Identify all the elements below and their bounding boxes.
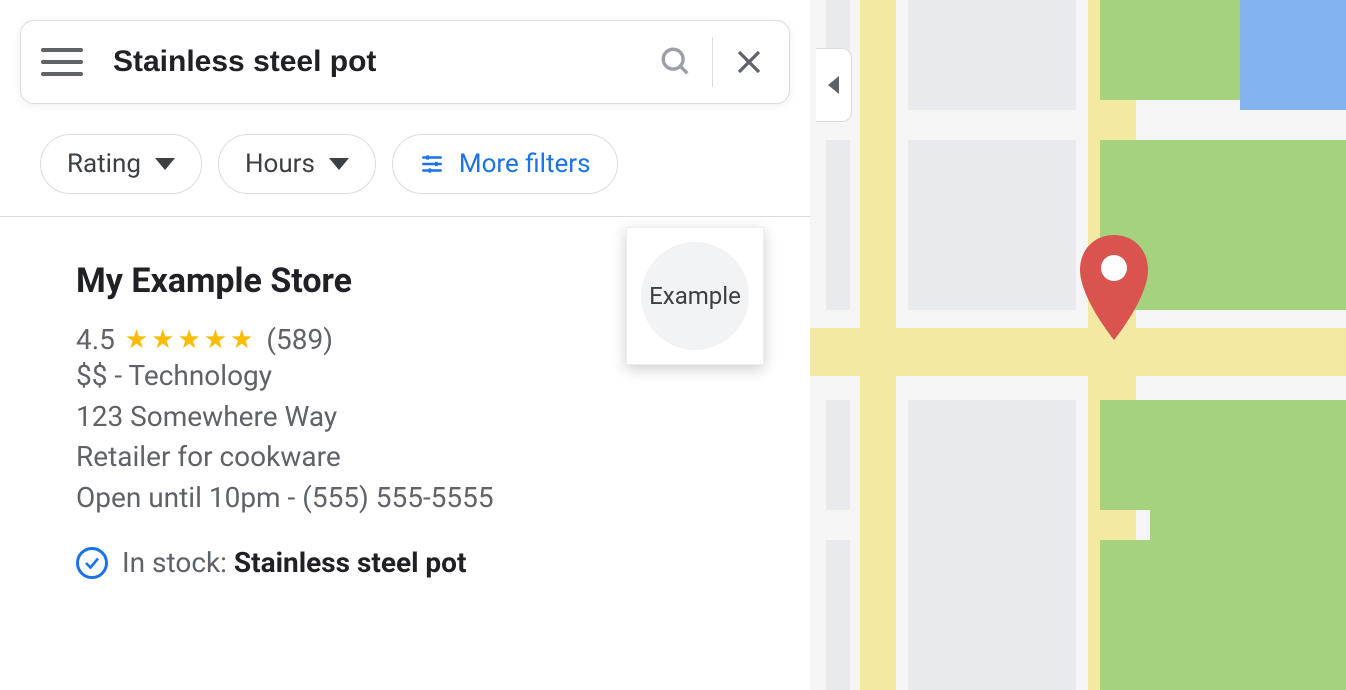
more-filters-button[interactable]: More filters [392,134,618,194]
thumbnail-placeholder: Example [641,242,749,350]
instock-label: In stock: [122,546,234,579]
sliders-icon [419,151,445,177]
map-canvas[interactable] [810,0,1346,690]
result-description: Retailer for cookware [76,437,770,478]
close-icon[interactable] [719,32,779,92]
search-divider [712,37,713,87]
chevron-down-icon [155,158,175,170]
chevron-down-icon [329,158,349,170]
rating-value: 4.5 [76,323,115,356]
instock-product: Stainless steel pot [234,546,467,579]
result-thumbnail[interactable]: Example [626,227,764,365]
result-card[interactable]: My Example Store 4.5 ★★★★★ (589) $$ - Te… [0,217,810,579]
check-circle-icon [76,547,108,579]
hours-filter[interactable]: Hours [218,134,376,194]
map-pin-icon[interactable] [1074,230,1154,340]
more-filters-label: More filters [459,149,591,179]
search-icon[interactable] [646,32,706,92]
hamburger-menu-icon[interactable] [41,41,83,83]
rating-filter-label: Rating [67,149,141,179]
search-input[interactable] [113,45,646,79]
filter-bar: Rating Hours More filters [0,104,810,214]
result-hours-phone: Open until 10pm - (555) 555-5555 [76,478,770,519]
result-address: 123 Somewhere Way [76,397,770,438]
results-panel: Rating Hours More filters My Example Sto… [0,0,810,690]
search-bar [20,20,790,104]
thumbnail-label: Example [649,282,741,310]
hours-filter-label: Hours [245,149,315,179]
instock-row: In stock: Stainless steel pot [76,546,770,579]
rating-filter[interactable]: Rating [40,134,202,194]
chevron-left-icon [828,76,839,94]
review-count: (589) [266,323,333,356]
star-icons: ★★★★★ [125,325,257,355]
collapse-panel-button[interactable] [816,48,852,122]
